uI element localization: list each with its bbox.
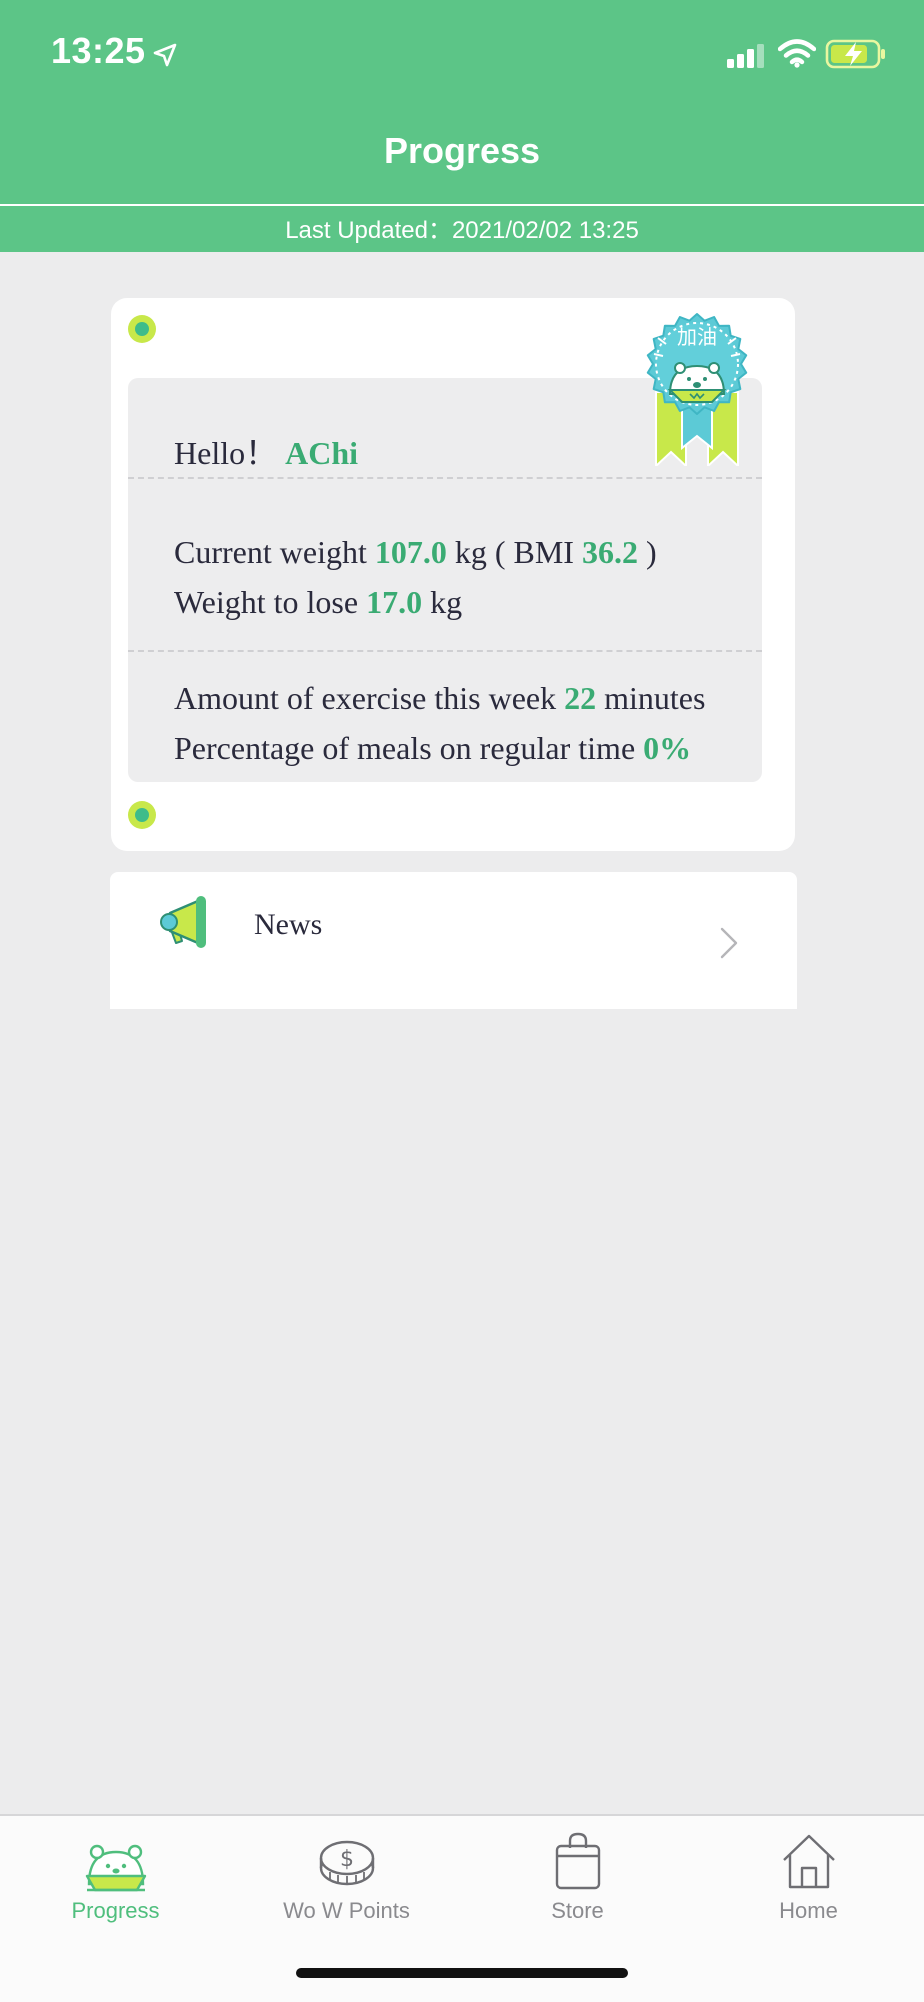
app-header: 13:25 Progress — [0, 0, 924, 206]
progress-summary-card: Hello！ AChi Current weight 107.0 kg ( BM… — [111, 298, 795, 851]
exercise-row: Amount of exercise this week 22 minutes — [174, 680, 705, 717]
current-weight-value: 107.0 — [374, 534, 447, 570]
tab-home-label: Home — [779, 1898, 838, 1923]
tab-store[interactable]: Store — [462, 1816, 693, 1936]
chevron-right-icon — [720, 927, 738, 959]
user-name: AChi — [285, 435, 359, 471]
news-label: News — [254, 908, 323, 941]
bear-face-icon — [85, 1844, 147, 1892]
bmi-value: 36.2 — [581, 534, 638, 570]
decorative-dot — [128, 315, 156, 343]
greeting-prefix: Hello！ — [174, 435, 278, 471]
signal-bars-icon — [727, 44, 764, 68]
megaphone-icon — [160, 896, 206, 948]
bmi-close: ) — [645, 534, 657, 570]
cheer-badge-icon: 加油 — [646, 313, 748, 466]
exercise-label: Amount of exercise this week — [174, 680, 557, 716]
weight-to-lose-label: Weight to lose — [174, 584, 359, 620]
decorative-dot — [128, 801, 156, 829]
greeting: Hello！ AChi — [174, 428, 358, 474]
tab-home[interactable]: Home — [693, 1816, 924, 1936]
weight-to-lose-unit: kg — [430, 584, 463, 620]
exercise-value: 22 — [564, 680, 597, 716]
wifi-icon — [778, 39, 816, 68]
meals-label: Percentage of meals on regular time — [174, 730, 636, 766]
meals-row: Percentage of meals on regular time 0% — [174, 730, 691, 767]
weight-to-lose-value: 17.0 — [366, 584, 423, 620]
coin-dollar-icon: $ — [319, 1840, 375, 1886]
weight-to-lose-row: Weight to lose 17.0 kg — [174, 584, 462, 621]
news-row[interactable]: News — [110, 872, 797, 1009]
meals-value: 0% — [643, 730, 692, 766]
tab-wow-points[interactable]: $ Wo W Points — [231, 1816, 462, 1936]
bmi-open: ( BMI — [494, 534, 574, 570]
location-arrow-icon — [153, 43, 177, 67]
dashed-divider — [128, 650, 762, 652]
home-indicator[interactable] — [296, 1968, 628, 1978]
tab-progress-label: Progress — [71, 1898, 160, 1923]
tab-progress[interactable]: Progress — [0, 1816, 231, 1936]
last-updated-text: Last Updated：2021/02/02 13:25 — [0, 206, 924, 252]
tab-wow-points-label: Wo W Points — [283, 1898, 410, 1923]
house-icon — [783, 1834, 835, 1889]
exercise-unit: minutes — [604, 680, 706, 716]
status-time: 13:25 — [51, 30, 146, 71]
page-title: Progress — [383, 130, 541, 171]
current-weight-label: Current weight — [174, 534, 367, 570]
current-weight-row: Current weight 107.0 kg ( BMI 36.2 ) — [174, 534, 657, 571]
tab-store-label: Store — [551, 1898, 604, 1923]
dashed-divider — [128, 477, 762, 479]
badge-text: 加油 — [677, 325, 717, 349]
shopping-bag-icon — [555, 1832, 601, 1890]
battery-charging-icon — [825, 39, 885, 69]
svg-text:$: $ — [340, 1847, 354, 1872]
weight-unit: kg — [454, 534, 487, 570]
